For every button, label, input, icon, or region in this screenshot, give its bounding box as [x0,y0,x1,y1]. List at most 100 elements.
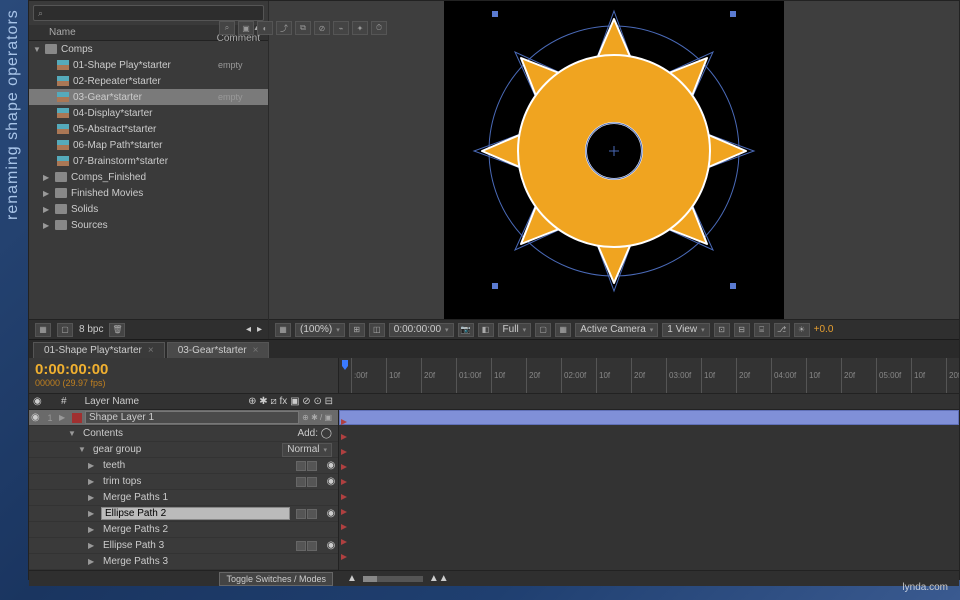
comp-item[interactable]: 06-Map Path*starter [29,137,268,153]
zoom-in-icon[interactable]: ▲▲ [429,573,449,584]
shy-button[interactable]: ⤴ [276,21,292,35]
shape-item-row[interactable]: ▶Merge Paths 3 [29,554,338,570]
folder-comps[interactable]: ▼Comps [29,41,268,57]
mask-button[interactable]: ◫ [369,323,385,337]
trash-button[interactable]: 🗑 [109,323,125,337]
preview-time[interactable]: 0:00:00:00 [389,323,454,337]
tracks-area[interactable] [339,410,959,570]
toggle-switches-button[interactable]: Toggle Switches / Modes [219,572,333,586]
comp-item[interactable]: 01-Shape Play*starterempty [29,57,268,73]
twirl-icon[interactable]: ▼ [33,45,43,54]
project-search[interactable]: ⌕ [33,5,264,21]
exposure-value[interactable]: +0.0 [814,324,834,335]
shape-item-row[interactable]: ▶Ellipse Path 2◉ [29,506,338,522]
tab-shape-play[interactable]: 01-Shape Play*starter× [33,342,165,358]
comp-mini-button[interactable]: ▣ [238,21,254,35]
comp-icon [57,60,69,70]
auto-keyframe-button[interactable]: ⏱ [371,21,387,35]
new-folder-button[interactable]: ▢ [57,323,73,337]
folder-item[interactable]: ▶Comps_Finished [29,169,268,185]
canvas-area[interactable] [269,1,959,319]
flowchart-button[interactable]: ⎇ [774,323,790,337]
close-icon[interactable]: × [148,345,154,356]
motion-blur-button[interactable]: ⊘ [314,21,330,35]
scroll-left-icon[interactable]: ◂ [246,324,251,335]
shape-item-row[interactable]: ▶trim tops◉ [29,474,338,490]
shape-item-row[interactable]: ▶teeth◉ [29,458,338,474]
draft-button[interactable]: ◐ [257,21,273,35]
tab-gear[interactable]: 03-Gear*starter× [167,342,270,358]
roi-button[interactable]: ▢ [535,323,551,337]
folder-icon [55,172,67,182]
folder-item[interactable]: ▶Sources [29,217,268,233]
snapshot-button[interactable]: 📷 [458,323,474,337]
composition-stage[interactable] [444,1,784,319]
twirl-icon[interactable]: ▶ [43,221,53,230]
comp-item[interactable]: 03-Gear*starterempty [29,89,268,105]
timeline-panel: 01-Shape Play*starter× 03-Gear*starter× … [29,339,959,586]
twirl-icon[interactable]: ▶ [43,173,53,182]
comp-item[interactable]: 02-Repeater*starter [29,73,268,89]
comp-item[interactable]: 05-Abstract*starter [29,121,268,137]
comp-item[interactable]: 04-Display*starter [29,105,268,121]
search-input[interactable] [47,8,259,19]
views-dropdown[interactable]: 1 View [662,323,709,337]
graph-button[interactable]: ⌁ [333,21,349,35]
transparency-button[interactable]: ▦ [555,323,571,337]
pixel-aspect-button[interactable]: ⊡ [714,323,730,337]
channel-button[interactable]: ◧ [478,323,494,337]
zoom-slider[interactable] [363,576,423,582]
add-button[interactable]: ◯ [321,428,332,439]
folder-item[interactable]: ▶Finished Movies [29,185,268,201]
ruler-tick: 20f [841,358,855,393]
scroll-right-icon[interactable]: ▸ [257,324,262,335]
timecode-display[interactable]: 0:00:00:00 00000 (29.97 fps) [29,358,338,391]
magnify-button[interactable]: ▦ [275,323,291,337]
close-icon[interactable]: × [253,345,259,356]
rename-input[interactable]: Ellipse Path 2 [101,507,290,520]
switch-group[interactable] [296,541,317,551]
col-name[interactable]: Name [49,27,208,38]
current-time-indicator[interactable] [339,358,351,393]
search-tool[interactable]: ⌕ [219,21,235,35]
exposure-reset-button[interactable]: ☀ [794,323,810,337]
comp-icon [57,76,69,86]
grid-button[interactable]: ⊞ [349,323,365,337]
folder-icon [45,44,57,54]
composition-viewer: ▦ (100%) ⊞ ◫ 0:00:00:00 📷 ◧ Full ▢ ▦ Act… [269,1,959,339]
switch-group[interactable] [296,461,317,471]
folder-icon [55,220,67,230]
twirl-icon[interactable]: ▶ [43,189,53,198]
shape-item-row[interactable]: ▶Merge Paths 1 [29,490,338,506]
fast-preview-button[interactable]: ⊟ [734,323,750,337]
project-tree: ▼Comps 01-Shape Play*starterempty02-Repe… [29,41,268,319]
switch-group[interactable] [296,509,317,519]
color-label[interactable] [72,413,82,423]
project-panel: ⌕ Name ▲ Comment ▼Comps 01-Shape Play*st… [29,1,269,339]
layer-row-shape[interactable]: ◉1▶ Shape Layer 1 ⊕ ✱ / ▣ [29,410,338,426]
layer-name[interactable]: Shape Layer 1 [85,411,299,424]
twirl-icon[interactable]: ▶ [43,205,53,214]
time-ruler[interactable]: :00f10f20f01:00f10f20f02:00f10f20f03:00f… [339,358,959,393]
folder-item[interactable]: ▶Solids [29,201,268,217]
group-row[interactable]: ▼gear group Normal [29,442,338,458]
zoom-out-icon[interactable]: ▲ [347,573,357,584]
camera-dropdown[interactable]: Active Camera [575,323,658,337]
shape-item-row[interactable]: ▶Ellipse Path 3◉ [29,538,338,554]
comp-item[interactable]: 07-Brainstorm*starter [29,153,268,169]
frame-blend-button[interactable]: ⧉ [295,21,311,35]
switch-group[interactable] [296,477,317,487]
shape-item-row[interactable]: ▶Merge Paths 2 [29,522,338,538]
viewer-footer: ▦ (100%) ⊞ ◫ 0:00:00:00 📷 ◧ Full ▢ ▦ Act… [269,319,959,339]
layer-bar[interactable] [339,410,959,425]
bpc-indicator[interactable]: 8 bpc [79,324,103,335]
blend-mode-dropdown[interactable]: Normal [282,443,332,457]
layer-columns: ◉ # Layer Name ⊕ ✱ ⧄ fx ▣ ⊘ ⊙ ⊟ [29,394,959,410]
zoom-dropdown[interactable]: (100%) [295,323,345,337]
app-window: ⌕ Name ▲ Comment ▼Comps 01-Shape Play*st… [28,0,960,580]
bin-icon[interactable]: ▦ [35,323,51,337]
timeline-button[interactable]: ⌸ [754,323,770,337]
resolution-dropdown[interactable]: Full [498,323,532,337]
brainstorm-button[interactable]: ✦ [352,21,368,35]
contents-row[interactable]: ▼Contents Add: ◯ [29,426,338,442]
